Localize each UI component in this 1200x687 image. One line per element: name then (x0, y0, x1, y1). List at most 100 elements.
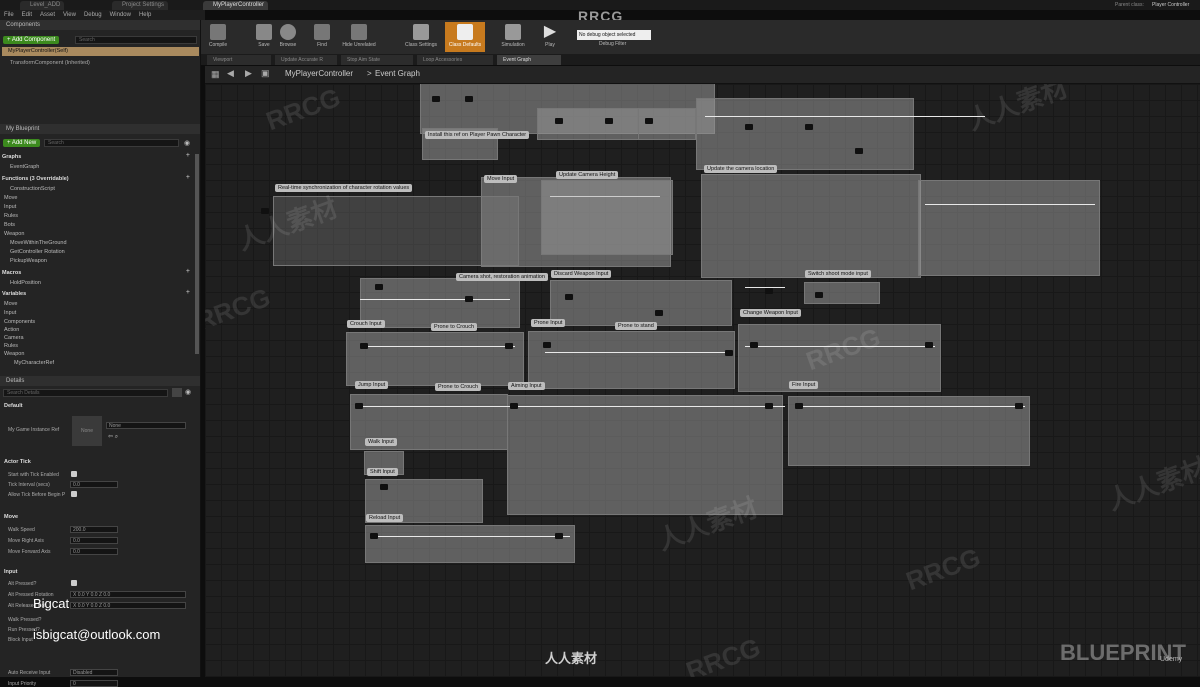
graph-node[interactable] (725, 350, 733, 356)
forward-arrow-icon[interactable]: ▶ (245, 68, 252, 79)
tab-loop-accessories[interactable]: Loop Accessories (417, 55, 493, 65)
alt-pressed-checkbox[interactable] (71, 580, 77, 586)
allow-tick-checkbox[interactable] (71, 491, 77, 497)
list-item[interactable]: Weapon (4, 231, 24, 237)
menu-help[interactable]: Help (139, 12, 151, 18)
add-component-button[interactable]: + Add Component (3, 36, 60, 44)
list-item[interactable]: Rules (4, 343, 18, 349)
comment-box[interactable] (696, 98, 914, 170)
simulation-button[interactable]: Simulation (497, 24, 529, 48)
graph-node[interactable] (655, 310, 663, 316)
graph-node[interactable] (645, 118, 653, 124)
comment-box[interactable] (918, 180, 1100, 276)
input-priority-field[interactable]: 0 (70, 680, 118, 687)
menu-asset[interactable]: Asset (40, 12, 55, 18)
comment-box[interactable]: Update the camera location (701, 165, 921, 278)
compile-button[interactable]: Compile (203, 24, 233, 48)
grid-view-icon[interactable] (172, 388, 182, 397)
play-button[interactable]: ▶ Play (535, 24, 565, 49)
alt-released-rotation-field[interactable]: X 0.0 Y 0.0 Z 0.0 (70, 602, 186, 609)
menu-window[interactable]: Window (110, 12, 131, 18)
list-item[interactable]: Action (4, 327, 19, 333)
list-item[interactable]: HoldPosition (10, 280, 41, 286)
graph-node[interactable] (555, 533, 563, 539)
section-macros[interactable]: Macros (2, 270, 21, 276)
graph-node[interactable] (745, 124, 753, 130)
list-item[interactable]: Rules (4, 213, 18, 219)
section-actor-tick[interactable]: Actor Tick (4, 459, 31, 465)
component-self[interactable]: MyPlayerController(Self) (2, 47, 199, 56)
graph-node[interactable] (925, 342, 933, 348)
section-graphs[interactable]: Graphs (2, 154, 21, 160)
tick-interval-field[interactable]: 0.0 (70, 481, 118, 488)
eye-icon[interactable]: ◉ (184, 139, 190, 147)
class-defaults-button[interactable]: Class Defaults (445, 22, 485, 52)
find-button[interactable]: Find (307, 24, 337, 48)
components-search-input[interactable]: Search (75, 36, 197, 44)
graph-node[interactable] (375, 284, 383, 290)
graph-node[interactable] (765, 288, 773, 294)
tab-event-graph[interactable]: Event Graph (497, 55, 561, 65)
menu-debug[interactable]: Debug (84, 12, 102, 18)
list-item[interactable]: PickupWeapon (10, 258, 47, 264)
parent-class-value[interactable]: Player Controller (1152, 2, 1189, 8)
graph-node[interactable] (805, 124, 813, 130)
menu-edit[interactable]: Edit (22, 12, 32, 18)
list-item[interactable]: Components (4, 319, 35, 325)
start-tick-checkbox[interactable] (71, 471, 77, 477)
graph-node[interactable] (355, 403, 363, 409)
tab-project-settings[interactable]: Project Settings (112, 1, 169, 10)
comment-box[interactable]: Reload Input (365, 514, 575, 563)
comment-box[interactable]: Discard Weapon Input (550, 270, 732, 326)
eye-icon[interactable]: ◉ (185, 388, 191, 396)
list-item[interactable]: Input (4, 310, 16, 316)
add-function-icon[interactable]: + (186, 174, 190, 181)
section-functions[interactable]: Functions (3 Overridable) (2, 176, 69, 182)
graph-node[interactable] (815, 292, 823, 298)
comment-box[interactable]: Crouch Input Prone to Crouch (346, 320, 524, 386)
list-item[interactable]: Move (4, 301, 17, 307)
graph-node[interactable] (1015, 403, 1023, 409)
graph-node[interactable] (360, 343, 368, 349)
browse-button[interactable]: Browse (273, 24, 303, 48)
list-item[interactable]: GetController Rotation (10, 249, 65, 255)
list-item[interactable]: MoveWithinTheGround (10, 240, 67, 246)
blueprint-scrollbar[interactable] (195, 154, 199, 354)
event-graph-canvas[interactable]: Install this ref on Player Pawn Characte… (205, 84, 1200, 677)
comment-box[interactable] (537, 108, 639, 140)
list-item[interactable]: Move (4, 195, 17, 201)
add-variable-icon[interactable]: + (186, 289, 190, 296)
comment-box[interactable]: Install this ref on Player Pawn Characte… (422, 128, 530, 160)
section-move[interactable]: Move (4, 514, 18, 520)
graph-node[interactable] (795, 403, 803, 409)
class-settings-button[interactable]: Class Settings (401, 24, 441, 48)
graph-node[interactable] (465, 296, 473, 302)
tab-level[interactable]: Level_ADD (20, 1, 65, 10)
section-input[interactable]: Input (4, 569, 17, 575)
list-item[interactable]: Bots (4, 222, 15, 228)
game-instance-select[interactable]: None (106, 422, 186, 429)
section-variables[interactable]: Variables (2, 291, 26, 297)
tab-viewport[interactable]: Viewport (207, 55, 271, 65)
tab-my-player-controller[interactable]: MyPlayerController (203, 1, 269, 10)
list-item[interactable]: Camera (4, 335, 24, 341)
graph-node[interactable] (380, 484, 388, 490)
comment-box[interactable] (638, 108, 696, 140)
list-item[interactable]: EventGraph (10, 164, 39, 170)
list-item[interactable]: ConstructionScript (10, 186, 55, 192)
graph-node[interactable] (555, 118, 563, 124)
graph-node[interactable] (855, 148, 863, 154)
menu-view[interactable]: View (63, 12, 76, 18)
walk-speed-field[interactable]: 200.0 (70, 526, 118, 533)
add-macro-icon[interactable]: + (186, 268, 190, 275)
auto-receive-input-select[interactable]: Disabled (70, 669, 118, 676)
move-right-field[interactable]: 0.0 (70, 537, 118, 544)
graph-node[interactable] (465, 96, 473, 102)
graph-node[interactable] (505, 343, 513, 349)
comment-box[interactable]: Update Camera Height (541, 171, 673, 255)
tab-stop-aim-state[interactable]: Stop Aim State (341, 55, 413, 65)
menu-file[interactable]: File (4, 12, 14, 18)
hide-unrelated-button[interactable]: Hide Unrelated (339, 24, 379, 48)
graph-node[interactable] (750, 342, 758, 348)
browse-icon[interactable]: ⇦ ⌕ (108, 433, 118, 441)
